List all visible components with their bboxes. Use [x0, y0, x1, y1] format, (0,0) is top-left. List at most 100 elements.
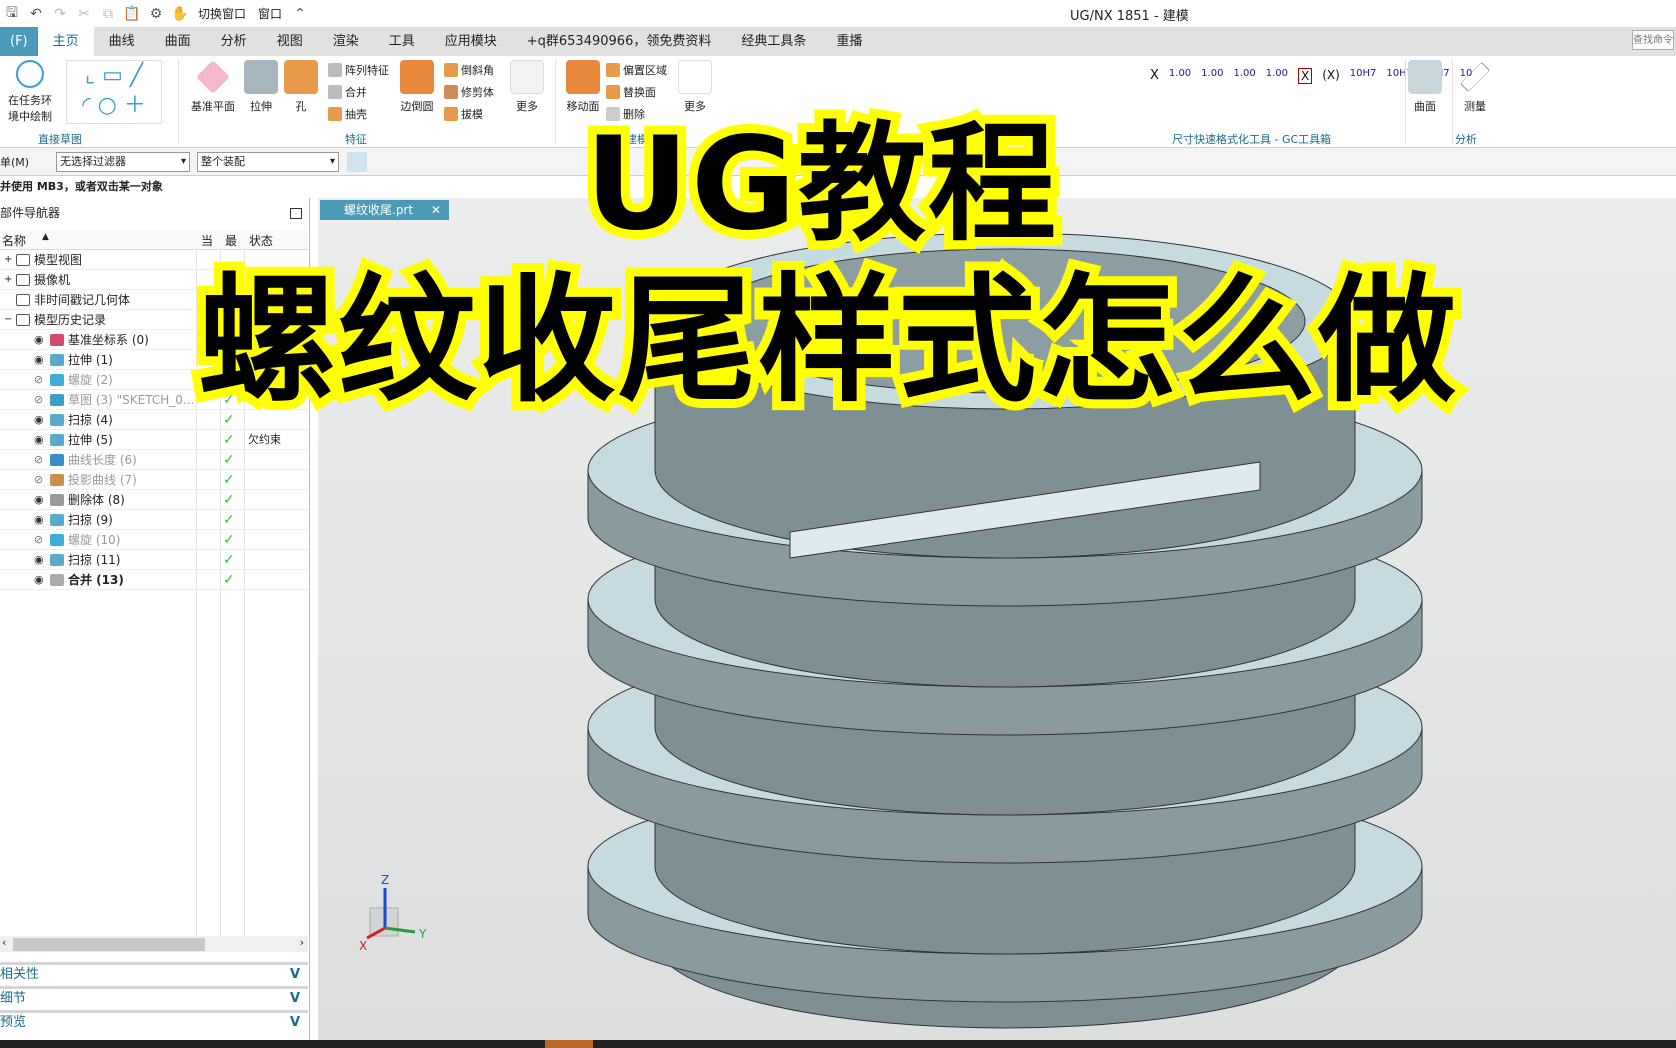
expander-icon[interactable]: − [4, 310, 12, 330]
tab-classic-toolbar[interactable]: 经典工具条 [726, 27, 821, 56]
command-search-input[interactable] [1632, 30, 1674, 50]
switch-window-button[interactable]: 切换窗口 [192, 5, 252, 22]
gc-x-button[interactable]: X [1150, 68, 1159, 84]
eye-icon[interactable]: ◉ [34, 490, 44, 510]
overlay-subtitle: 螺纹收尾样式怎么做 [189, 251, 1465, 430]
feature-row[interactable]: ⊘ 螺旋 (10) ✓ [0, 530, 308, 550]
check-icon: ✓ [223, 572, 235, 588]
eye-icon[interactable]: ◉ [34, 430, 44, 450]
group-feature: 特征 [345, 133, 367, 146]
chamfer-button[interactable]: 倒斜角 [444, 62, 494, 78]
tab-home[interactable]: 主页 [37, 27, 94, 56]
check-icon: ✓ [223, 512, 235, 528]
tab-file[interactable]: (F) [0, 27, 38, 56]
surface-button[interactable]: 曲面 [1400, 60, 1450, 114]
feature-row[interactable]: ◉ 拉伸 (5) ✓ 欠约束 [0, 430, 308, 450]
maximize-icon[interactable] [290, 208, 302, 219]
check-icon: ✓ [223, 472, 235, 488]
feature-icon [50, 394, 64, 406]
snap-icon[interactable] [347, 152, 367, 172]
group-gc-toolbox: 尺寸快速格式化工具 - GC工具箱 [1172, 133, 1332, 146]
tab-render[interactable]: 渲染 [318, 27, 374, 56]
measure-button[interactable]: 测量 [1450, 60, 1500, 114]
unite-button[interactable]: 合并 [328, 84, 367, 100]
datum-plane-button[interactable]: 基准平面 [188, 60, 238, 114]
window-menu[interactable]: 窗口 [252, 5, 288, 22]
tab-curve[interactable]: 曲线 [94, 27, 150, 56]
eye-hidden-icon[interactable]: ⊘ [34, 470, 43, 490]
draft-button[interactable]: 拔模 [444, 106, 483, 122]
pattern-feature-button[interactable]: 阵列特征 [328, 62, 389, 78]
scrollbar-thumb[interactable] [13, 938, 205, 951]
eye-icon[interactable]: ◉ [34, 410, 44, 430]
settings-icon[interactable]: ⚙ [144, 2, 168, 26]
tab-qq-group[interactable]: +q群653490966，领免费资料 [512, 27, 727, 56]
eye-hidden-icon[interactable]: ⊘ [34, 370, 43, 390]
tab-replay[interactable]: 重播 [821, 27, 877, 56]
sort-ascending-icon: ▲ [42, 232, 49, 242]
tab-applications[interactable]: 应用模块 [430, 27, 512, 56]
tab-tools[interactable]: 工具 [374, 27, 430, 56]
shell-button[interactable]: 抽壳 [328, 106, 367, 122]
tab-analysis[interactable]: 分析 [206, 27, 262, 56]
expander-icon[interactable]: + [4, 250, 12, 270]
sketch-in-task-button[interactable]: 在任务环境中绘制 [4, 60, 56, 124]
gc-box-x-button[interactable]: X [1297, 68, 1313, 84]
scroll-left-icon[interactable]: ‹ [2, 936, 6, 949]
save-icon[interactable]: 🖫 [0, 2, 24, 26]
eye-icon[interactable]: ◉ [34, 350, 44, 370]
redo-icon[interactable]: ↷ [48, 2, 72, 26]
hole-button[interactable]: 孔 [276, 60, 326, 114]
eye-hidden-icon[interactable]: ⊘ [34, 390, 43, 410]
feature-row[interactable]: ◉ 扫掠 (11) ✓ [0, 550, 308, 570]
copy-icon[interactable]: ⧉ [96, 2, 120, 26]
panel-details[interactable]: 细节 V [0, 986, 308, 1008]
eye-icon[interactable]: ◉ [34, 570, 44, 590]
feature-row[interactable]: ◉ 扫掠 (9) ✓ [0, 510, 308, 530]
feature-row[interactable]: ◉ 删除体 (8) ✓ [0, 490, 308, 510]
expander-icon[interactable]: + [4, 270, 12, 290]
eye-hidden-icon[interactable]: ⊘ [34, 450, 43, 470]
gc-tol-4-button[interactable]: 1.00 [1266, 68, 1288, 84]
undo-icon[interactable]: ↶ [24, 2, 48, 26]
feature-row[interactable]: ◉ 合并 (13) ✓ [0, 570, 308, 590]
gc-tol-3-button[interactable]: 1.00 [1233, 68, 1255, 84]
gc-tol-1-button[interactable]: 1.00 [1169, 68, 1191, 84]
trim-body-button[interactable]: 修剪体 [444, 84, 494, 100]
tab-surface[interactable]: 曲面 [150, 27, 206, 56]
column-name[interactable]: 名称 [2, 232, 26, 249]
tab-view[interactable]: 视图 [262, 27, 318, 56]
sketch-curve-gallery[interactable]: ⌞ ▭ ╱ ◜ ○ ＋ [66, 60, 162, 124]
gc-tol-2-button[interactable]: 1.00 [1201, 68, 1223, 84]
panel-dependencies[interactable]: 相关性 V [0, 962, 308, 984]
offset-region-button[interactable]: 偏置区域 [606, 62, 667, 78]
check-icon: ✓ [223, 432, 235, 448]
feature-icon [50, 554, 64, 566]
paste-icon[interactable]: 📋 [120, 2, 144, 26]
touch-mode-icon[interactable]: ✋ [168, 2, 192, 26]
menu-dropdown[interactable]: 单(M) [0, 154, 29, 170]
horizontal-scrollbar[interactable]: ‹ › [0, 936, 308, 952]
check-icon: ✓ [223, 492, 235, 508]
surface-icon [1408, 60, 1442, 94]
feature-row[interactable]: ⊘ 曲线长度 (6) ✓ [0, 450, 308, 470]
eye-hidden-icon[interactable]: ⊘ [34, 530, 43, 550]
gc-paren-x-button[interactable]: (X) [1322, 68, 1340, 84]
eye-icon[interactable]: ◉ [34, 330, 44, 350]
eye-icon[interactable]: ◉ [34, 550, 44, 570]
chevron-up-icon[interactable]: ⌃ [288, 2, 312, 26]
cut-icon[interactable]: ✂ [72, 2, 96, 26]
selection-scope-dropdown[interactable]: 整个装配 [197, 152, 339, 172]
feature-row[interactable]: ⊘ 投影曲线 (7) ✓ [0, 470, 308, 490]
more-features-button[interactable]: 更多 [502, 60, 552, 114]
title-bar: 🖫 ↶ ↷ ✂ ⧉ 📋 ⚙ ✋ 切换窗口 窗口 ⌃ UG/NX 1851 - 建… [0, 0, 1676, 27]
panel-preview[interactable]: 预览 V [0, 1010, 308, 1032]
gc-fit-1-button[interactable]: 10H7 [1350, 68, 1377, 84]
scroll-right-icon[interactable]: › [300, 936, 304, 949]
check-icon: ✓ [223, 452, 235, 468]
eye-icon[interactable]: ◉ [34, 510, 44, 530]
app-title: UG/NX 1851 - 建模 [1070, 9, 1189, 24]
selection-filter-dropdown[interactable]: 无选择过滤器 [56, 152, 190, 172]
edge-blend-button[interactable]: 边倒圆 [392, 60, 442, 114]
feature-icon [50, 354, 64, 366]
